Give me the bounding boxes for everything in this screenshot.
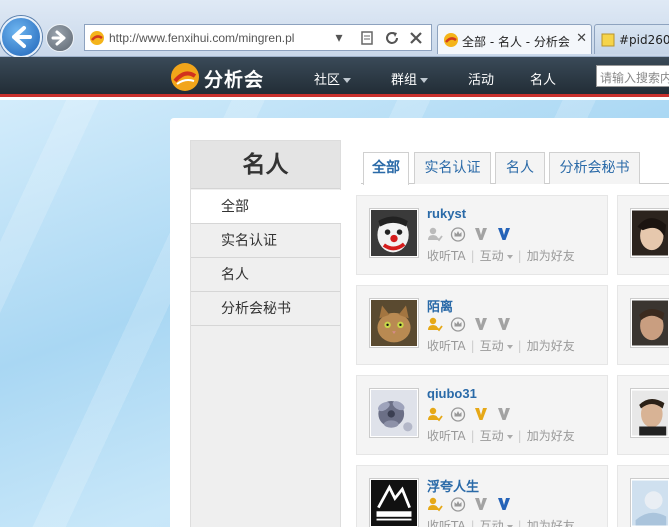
sidebar-item-all[interactable]: 全部 [191, 190, 341, 224]
arrow-left-icon [12, 26, 32, 48]
tab-verified[interactable]: 实名认证 [414, 152, 491, 184]
user-name[interactable]: rukyst [427, 206, 466, 221]
add-friend-link[interactable]: 加为好友 [527, 339, 575, 353]
follow-link[interactable]: 收听TA [427, 519, 466, 527]
avatar[interactable] [630, 298, 669, 348]
user-verified-icon[interactable] [427, 316, 443, 332]
close-tab-icon[interactable]: ✕ [576, 31, 587, 46]
browser-toolbar: http://www.fenxihui.com/mingren.pl ▾ 全部 … [0, 0, 669, 58]
nav-community[interactable]: 社区 [314, 69, 352, 88]
chevron-down-icon [420, 78, 429, 83]
add-friend-link[interactable]: 加为好友 [527, 519, 575, 527]
clown-avatar[interactable] [369, 208, 419, 258]
user-verified-icon[interactable] [427, 406, 443, 422]
badge-row [427, 316, 519, 332]
v-badge-icon[interactable] [473, 316, 489, 332]
sidebar-item-verified[interactable]: 实名认证 [191, 224, 340, 258]
avatar[interactable] [630, 478, 669, 527]
logo-mark-icon [171, 63, 199, 91]
crown-icon[interactable] [450, 316, 466, 332]
badge-row [427, 406, 519, 422]
sidebar-item-celebrities[interactable]: 名人 [191, 258, 340, 292]
page-icon [601, 33, 615, 47]
avatar[interactable] [630, 388, 669, 438]
follow-link[interactable]: 收听TA [427, 429, 466, 443]
sidebar: 名人 全部 实名认证 名人 分析会秘书 [190, 140, 341, 527]
card-actions: 收听TA | 互动 | 加为好友 [427, 429, 575, 443]
filter-tabs: 全部 实名认证 名人 分析会秘书 [361, 152, 669, 185]
site-favicon-icon [90, 31, 104, 45]
v-badge-icon[interactable] [496, 316, 512, 332]
chevron-down-icon [506, 254, 513, 259]
tab-celebrities[interactable]: 名人 [495, 152, 545, 184]
address-bar[interactable]: http://www.fenxihui.com/mingren.pl ▾ [84, 24, 432, 51]
logo-text: 分析会 [204, 69, 265, 91]
nav-groups[interactable]: 群组 [391, 69, 429, 88]
badge-row [427, 226, 519, 242]
tab-title: #pid2600 [619, 33, 669, 47]
user-verified-icon[interactable] [427, 226, 443, 242]
back-button[interactable] [0, 16, 42, 58]
tab-active[interactable]: 全部 - 名人 - 分析会 ✕ [437, 24, 592, 54]
card-actions: 收听TA | 互动 | 加为好友 [427, 249, 575, 263]
crown-icon[interactable] [450, 226, 466, 242]
refresh-icon[interactable] [382, 28, 402, 48]
user-name[interactable]: 陌离 [427, 296, 453, 315]
site-header: 分析会 社区 群组 活动 名人 请输入搜索内 [0, 57, 669, 97]
tab-secretary[interactable]: 分析会秘书 [549, 152, 640, 184]
add-friend-link[interactable]: 加为好友 [527, 429, 575, 443]
interact-link[interactable]: 互动 [480, 519, 513, 527]
user-name[interactable]: qiubo31 [427, 386, 477, 401]
sidebar-title: 名人 [191, 141, 340, 189]
compatibility-icon[interactable] [357, 28, 377, 48]
stop-icon[interactable] [406, 28, 426, 48]
follow-link[interactable]: 收听TA [427, 339, 466, 353]
card-actions: 收听TA | 互动 | 加为好友 [427, 339, 575, 353]
search-dropdown-icon[interactable]: ▾ [329, 28, 349, 48]
site-search-input[interactable]: 请输入搜索内 [596, 65, 669, 87]
user-card: 陌离 收听TA | 互动 | 加为好友 [356, 285, 608, 365]
user-verified-icon[interactable] [427, 496, 443, 512]
forward-button[interactable] [46, 24, 74, 52]
v-badge-gold-icon[interactable] [473, 406, 489, 422]
nav-celebrities[interactable]: 名人 [530, 69, 556, 88]
user-card: rukyst 收听TA | 互动 | 加为好友 [356, 195, 608, 275]
nav-events[interactable]: 活动 [468, 69, 494, 88]
url-text[interactable]: http://www.fenxihui.com/mingren.pl [109, 31, 323, 45]
user-card [617, 285, 669, 365]
card-actions: 收听TA | 互动 | 加为好友 [427, 517, 575, 527]
user-card [617, 375, 669, 455]
flower-avatar[interactable] [369, 388, 419, 438]
graphic-avatar[interactable] [369, 478, 419, 527]
user-card: 浮夸人生 收听TA | 互动 | 加为好友 [356, 465, 608, 527]
interact-link[interactable]: 互动 [480, 429, 513, 443]
v-badge-blue-icon[interactable] [496, 226, 512, 242]
avatar[interactable] [630, 208, 669, 258]
v-badge-blue-icon[interactable] [496, 496, 512, 512]
add-friend-link[interactable]: 加为好友 [527, 249, 575, 263]
v-badge-icon[interactable] [473, 226, 489, 242]
crown-icon[interactable] [450, 496, 466, 512]
v-badge-icon[interactable] [473, 496, 489, 512]
interact-link[interactable]: 互动 [480, 339, 513, 353]
interact-link[interactable]: 互动 [480, 249, 513, 263]
v-badge-icon[interactable] [496, 406, 512, 422]
cat-avatar[interactable] [369, 298, 419, 348]
follow-link[interactable]: 收听TA [427, 249, 466, 263]
chevron-down-icon [506, 344, 513, 349]
user-card: qiubo31 收听TA | 互动 | 加为好友 [356, 375, 608, 455]
tab-title: 全部 - 名人 - 分析会 [462, 35, 570, 49]
user-card [617, 465, 669, 527]
tab-all[interactable]: 全部 [363, 152, 409, 185]
user-card [617, 195, 669, 275]
sidebar-item-secretary[interactable]: 分析会秘书 [191, 292, 340, 326]
chevron-down-icon [506, 434, 513, 439]
badge-row [427, 496, 519, 512]
crown-icon[interactable] [450, 406, 466, 422]
site-favicon-icon [444, 33, 458, 47]
tab-second[interactable]: #pid2600 [594, 24, 669, 54]
arrow-right-icon [51, 30, 66, 46]
chevron-down-icon [343, 78, 352, 83]
user-name[interactable]: 浮夸人生 [427, 476, 479, 495]
